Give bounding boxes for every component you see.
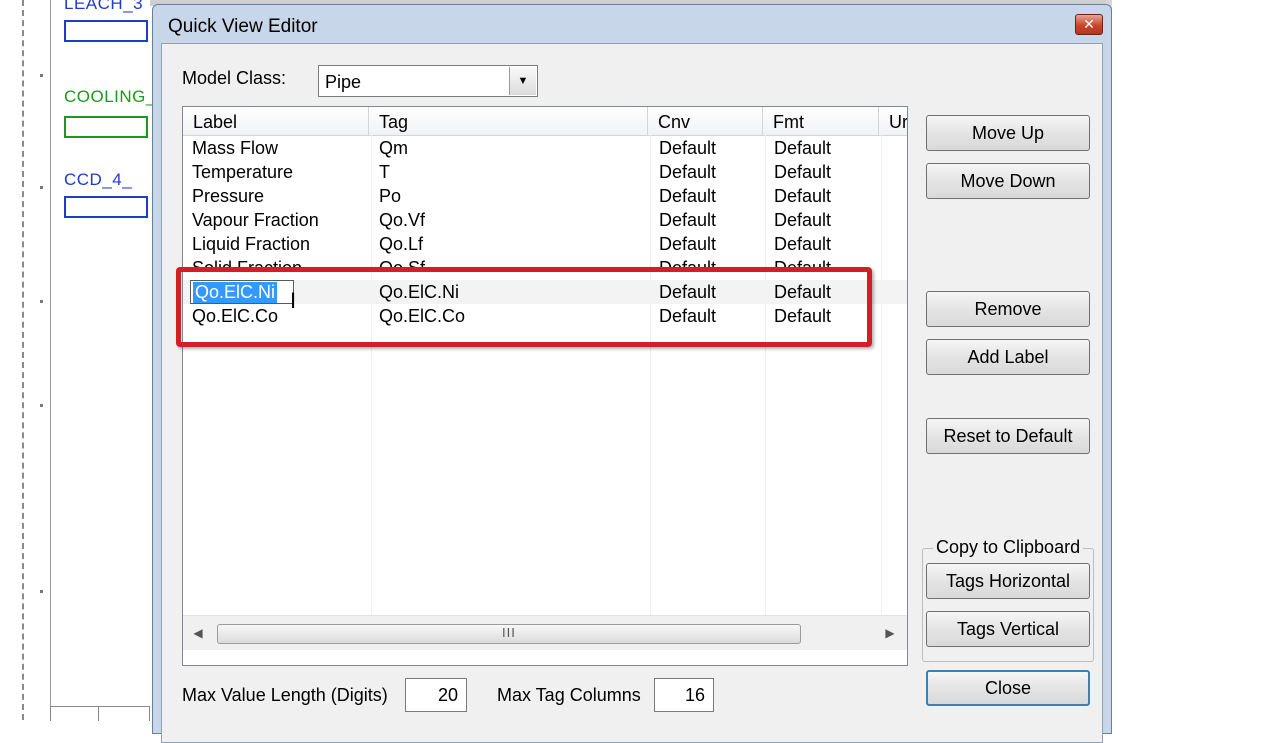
chevron-down-icon[interactable]: ▼	[509, 67, 536, 95]
close-button[interactable]: Close	[926, 670, 1090, 706]
column-header-fmt[interactable]: Fmt	[763, 107, 879, 135]
flowsheet-dot	[40, 74, 43, 77]
row-label: Pressure	[192, 186, 265, 206]
row-cnv: Default	[659, 162, 717, 182]
flowsheet-bottom-grid	[50, 706, 150, 721]
row-fmt: Default	[774, 162, 832, 182]
scroll-right-icon[interactable]: ▶	[881, 624, 899, 642]
max-value-length-input[interactable]: 20	[405, 678, 467, 712]
flowsheet-border-dashed	[22, 0, 24, 720]
column-header-label[interactable]: Label	[183, 107, 369, 135]
row-tag: Qo.Vf	[379, 210, 426, 230]
unit-box-ccd[interactable]	[64, 196, 148, 218]
row-cnv: Default	[659, 186, 717, 206]
close-icon[interactable]: ✕	[1075, 14, 1103, 35]
flowsheet-dot	[40, 404, 43, 407]
move-up-button[interactable]: Move Up	[926, 115, 1090, 151]
unit-label-cooling[interactable]: COOLING_	[64, 87, 156, 107]
row-fmt: Default	[774, 210, 832, 230]
row-label: Liquid Fraction	[192, 234, 311, 254]
unit-box-leach[interactable]	[64, 20, 148, 42]
max-tag-columns-label: Max Tag Columns	[497, 685, 641, 705]
tags-horizontal-button[interactable]: Tags Horizontal	[926, 563, 1090, 599]
quick-view-list[interactable]: Label Tag Cnv Fmt Ur Mass Flow Qm Defaul…	[182, 106, 908, 666]
scrollbar-grip: III	[502, 625, 516, 640]
row-label: Temperature	[192, 162, 294, 182]
model-class-label: Model Class:	[182, 68, 287, 88]
highlight-annotation-box	[176, 267, 872, 347]
row-fmt: Default	[774, 186, 832, 206]
row-label: Mass Flow	[192, 138, 279, 158]
row-fmt: Default	[774, 234, 832, 254]
max-tag-columns-input[interactable]: 16	[654, 678, 714, 712]
remove-button[interactable]: Remove	[926, 291, 1090, 327]
copy-to-clipboard-label: Copy to Clipboard	[933, 537, 1084, 558]
unit-box-cooling[interactable]	[64, 116, 148, 138]
row-label: Vapour Fraction	[192, 210, 319, 230]
row-tag: Qo.Lf	[379, 234, 424, 254]
row-cnv: Default	[659, 234, 717, 254]
column-header-tag[interactable]: Tag	[369, 107, 648, 135]
model-class-select[interactable]: Pipe ▼	[318, 65, 538, 97]
list-header: Label Tag Cnv Fmt Ur	[183, 107, 907, 136]
unit-label-leach[interactable]: LEACH_3	[64, 0, 143, 14]
background-right-area	[1112, 0, 1280, 720]
flowsheet-border-line	[50, 0, 51, 720]
dialog-title-bar[interactable]: Quick View Editor ✕	[153, 5, 1111, 43]
move-down-button[interactable]: Move Down	[926, 163, 1090, 199]
row-cnv: Default	[659, 210, 717, 230]
scroll-left-icon[interactable]: ◀	[189, 624, 207, 642]
dialog-client-area: Model Class: Pipe ▼ Label Tag Cnv Fmt Ur…	[161, 43, 1103, 743]
table-row[interactable]: Vapour Fraction Qo.Vf Default Default	[183, 208, 907, 232]
max-value-length-label: Max Value Length (Digits)	[182, 685, 388, 705]
row-tag: T	[379, 162, 390, 182]
row-fmt: Default	[774, 138, 832, 158]
table-row[interactable]: Mass Flow Qm Default Default	[183, 136, 907, 160]
dialog-title: Quick View Editor	[168, 16, 318, 37]
add-label-button[interactable]: Add Label	[926, 339, 1090, 375]
column-header-units[interactable]: Ur	[879, 107, 907, 135]
row-tag: Po	[379, 186, 402, 206]
flowsheet-dot	[40, 186, 43, 189]
flowsheet-dot	[40, 590, 43, 593]
row-tag: Qm	[379, 138, 408, 158]
table-row[interactable]: Liquid Fraction Qo.Lf Default Default	[183, 232, 907, 256]
scrollbar-thumb[interactable]: III	[217, 624, 801, 644]
row-cnv: Default	[659, 138, 717, 158]
horizontal-scrollbar[interactable]: ◀ III ▶	[183, 615, 907, 650]
reset-to-default-button[interactable]: Reset to Default	[926, 418, 1090, 454]
flowsheet-dot	[40, 300, 43, 303]
tags-vertical-button[interactable]: Tags Vertical	[926, 611, 1090, 647]
column-header-cnv[interactable]: Cnv	[648, 107, 763, 135]
table-row[interactable]: Pressure Po Default Default	[183, 184, 907, 208]
model-class-value: Pipe	[325, 72, 362, 92]
quick-view-editor-dialog: Quick View Editor ✕ Model Class: Pipe ▼ …	[152, 4, 1112, 743]
table-row[interactable]: Temperature T Default Default	[183, 160, 907, 184]
unit-label-ccd[interactable]: CCD_4_	[64, 170, 132, 190]
